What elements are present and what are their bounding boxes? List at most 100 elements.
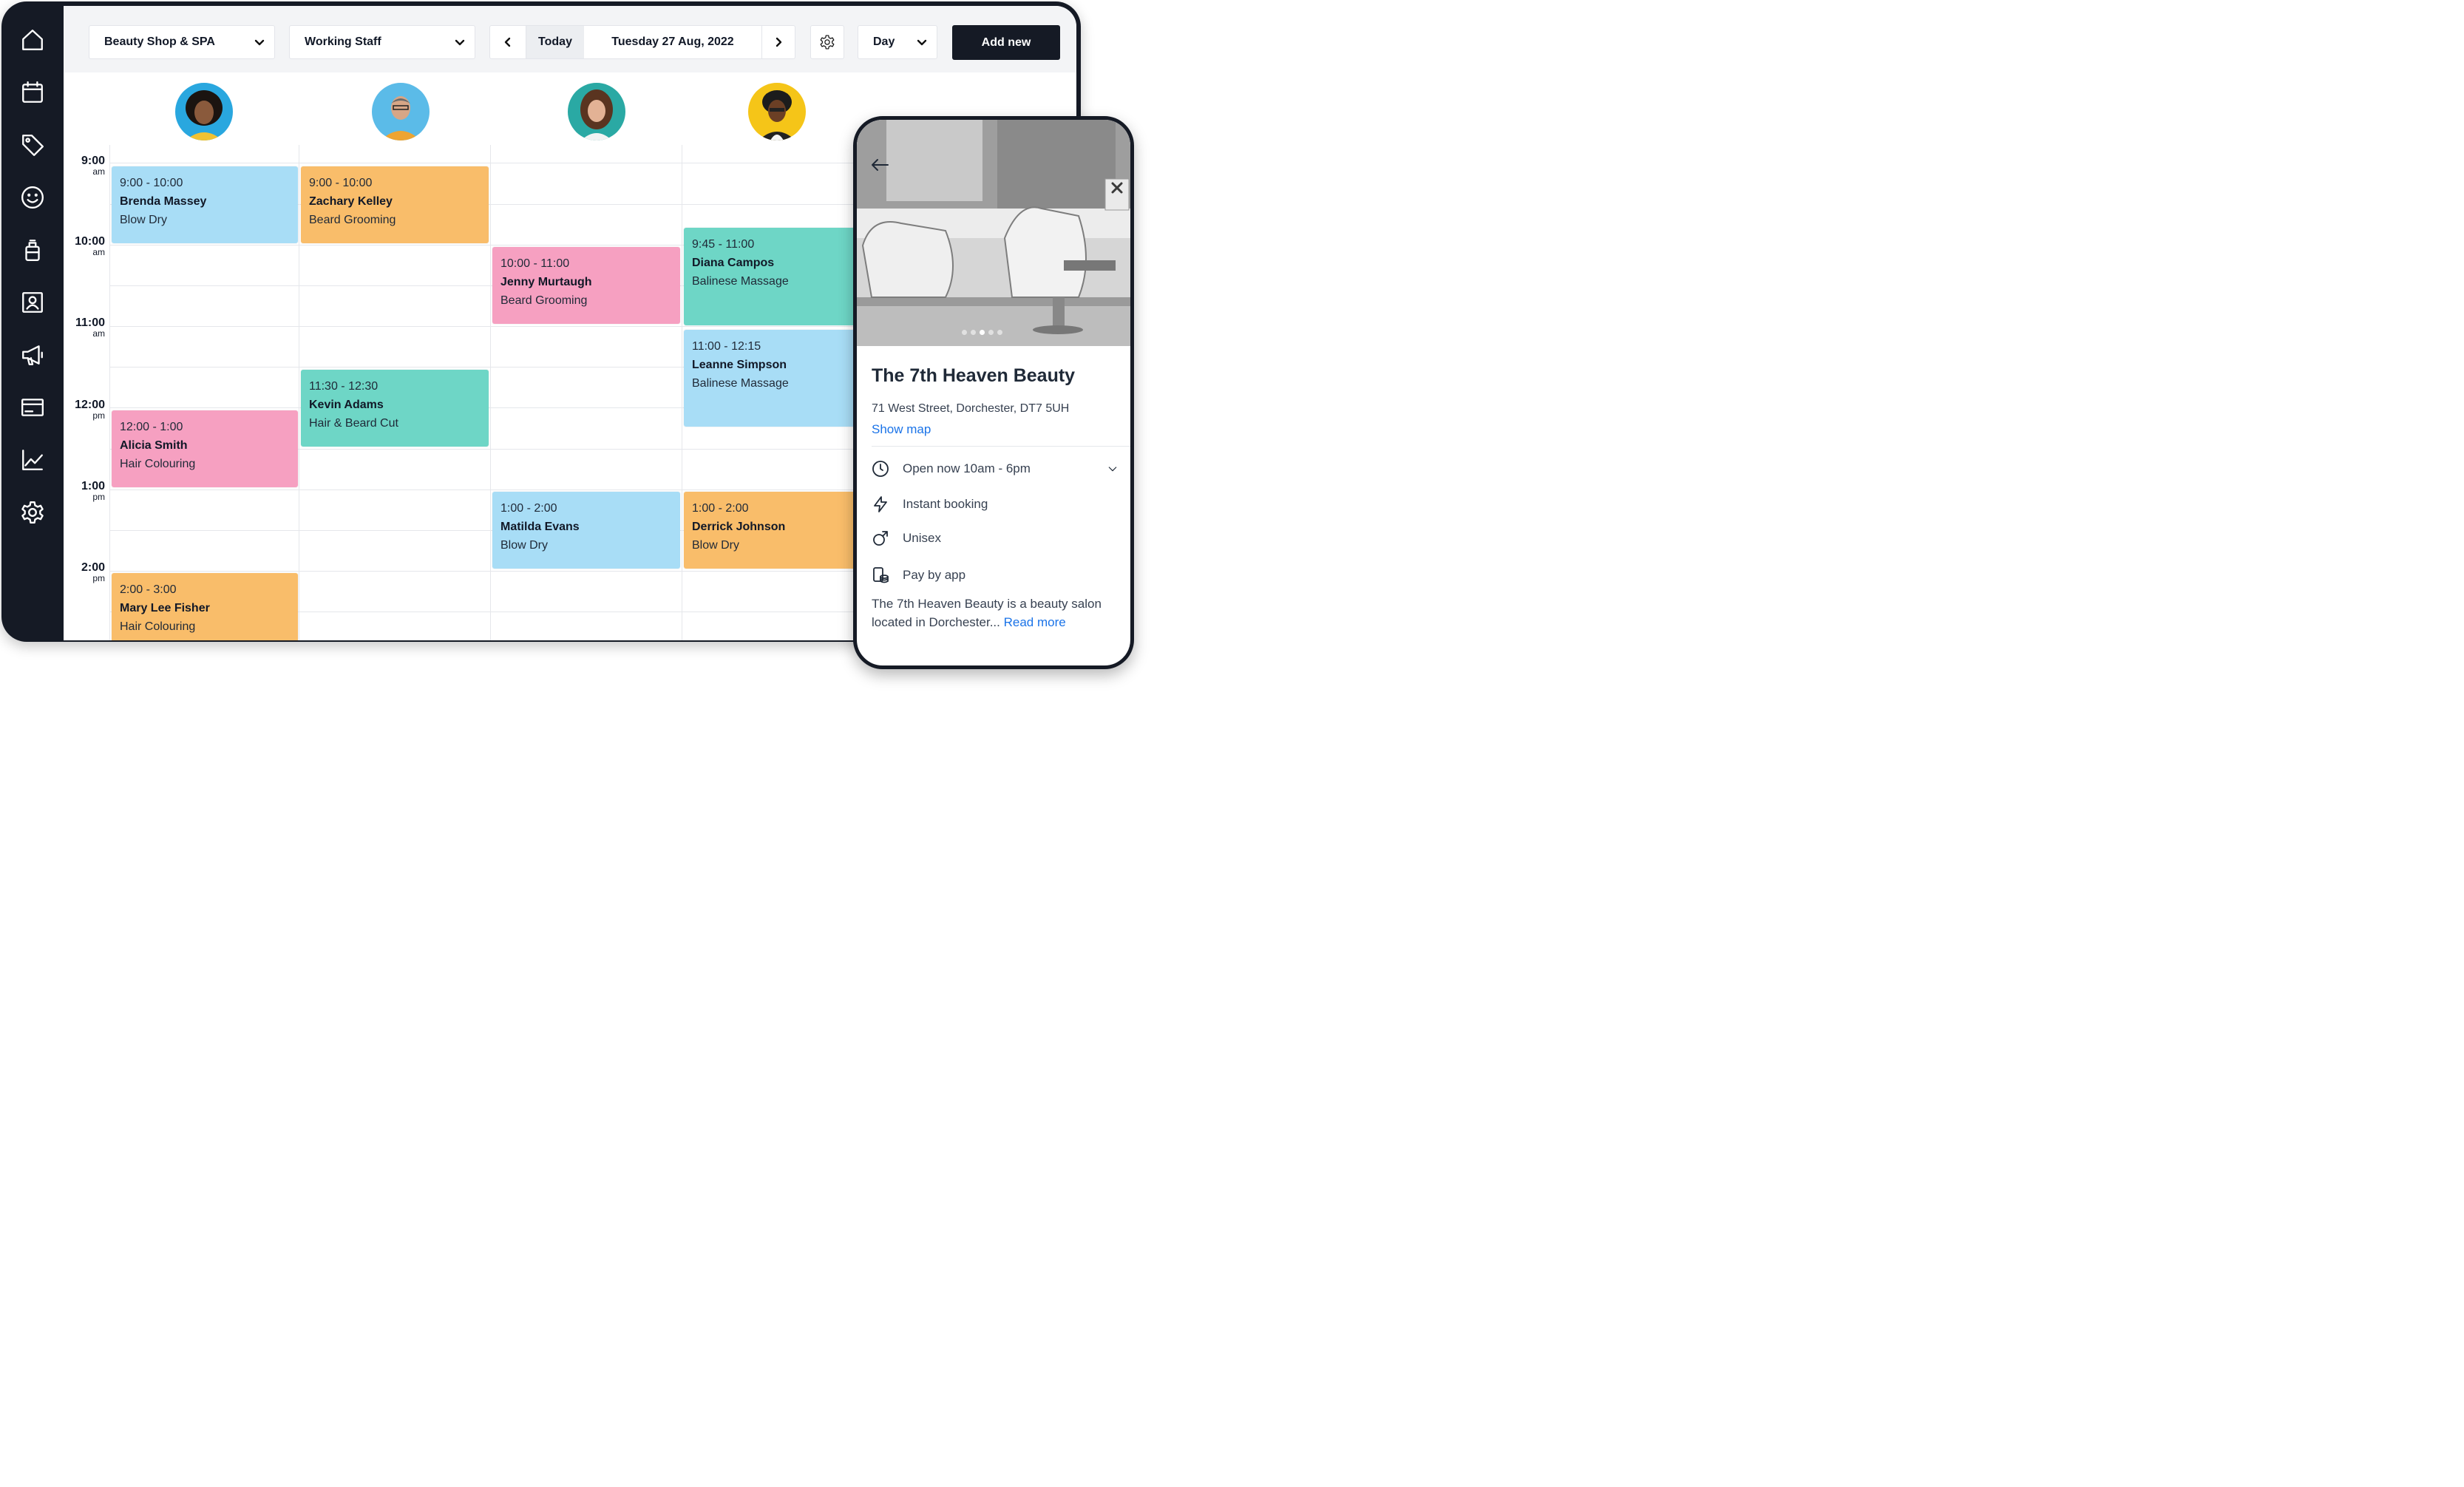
toolbar: Beauty Shop & SPA Working Staff Today Tu… xyxy=(64,6,1076,72)
appointment-card[interactable]: 1:00 - 2:00 Derrick Johnson Blow Dry xyxy=(684,492,861,569)
divider xyxy=(872,446,1130,447)
megaphone-icon[interactable] xyxy=(16,339,49,371)
tag-icon[interactable] xyxy=(16,129,49,161)
booking-text: Instant booking xyxy=(903,497,988,511)
appointment-time: 1:00 - 2:00 xyxy=(500,502,557,515)
appointment-service: Blow Dry xyxy=(120,214,168,226)
staff-avatar-4[interactable] xyxy=(748,83,806,140)
appointment-card[interactable]: 11:00 - 12:15 Leanne Simpson Balinese Ma… xyxy=(684,330,861,427)
time-label: 9:00 am xyxy=(81,155,105,177)
home-icon[interactable] xyxy=(16,24,49,56)
read-more-link[interactable]: Read more xyxy=(1004,615,1066,629)
staff-avatar-1[interactable] xyxy=(175,83,233,140)
appointment-card[interactable]: 11:30 - 12:30 Kevin Adams Hair & Beard C… xyxy=(301,370,489,447)
staff-filter-select[interactable]: Working Staff xyxy=(289,25,475,59)
appointment-card[interactable]: 1:00 - 2:00 Matilda Evans Blow Dry xyxy=(492,492,680,569)
appointment-card[interactable]: 9:00 - 10:00 Zachary Kelley Beard Groomi… xyxy=(301,166,489,243)
appointment-service: Hair Colouring xyxy=(120,620,196,633)
appointment-service: Blow Dry xyxy=(692,539,740,552)
settings-button[interactable] xyxy=(810,25,844,59)
appointment-card[interactable]: 2:00 - 3:00 Mary Lee Fisher Hair Colouri… xyxy=(112,573,298,640)
appointment-client: Mary Lee Fisher xyxy=(120,602,210,614)
appointment-service: Hair Colouring xyxy=(120,458,196,470)
hours-row[interactable]: Open now 10am - 6pm xyxy=(872,458,1119,480)
date-navigator: Today Tuesday 27 Aug, 2022 xyxy=(489,25,795,59)
appointment-time: 9:45 - 11:00 xyxy=(692,238,755,251)
salon-photo[interactable] xyxy=(857,120,1130,346)
appointment-client: Kevin Adams xyxy=(309,399,384,411)
appointment-time: 11:30 - 12:30 xyxy=(309,380,379,393)
appointment-time: 9:00 - 10:00 xyxy=(309,177,373,189)
chevron-down-icon xyxy=(245,36,274,48)
back-arrow-icon[interactable] xyxy=(869,154,891,176)
appointment-client: Matilda Evans xyxy=(500,521,580,533)
smiley-icon[interactable] xyxy=(16,181,49,214)
current-date: Tuesday 27 Aug, 2022 xyxy=(611,35,734,48)
appointment-service: Balinese Massage xyxy=(692,377,789,390)
staff-avatar-3[interactable] xyxy=(568,83,625,140)
payment-card-icon[interactable] xyxy=(16,391,49,424)
booking-row: Instant booking xyxy=(872,493,1119,515)
add-new-button[interactable]: Add new xyxy=(952,25,1060,60)
grid-line xyxy=(490,145,491,640)
grid-line xyxy=(109,145,110,640)
carousel-dots[interactable] xyxy=(962,330,1002,335)
time-label: 1:00 pm xyxy=(81,480,105,502)
staff-filter-label: Working Staff xyxy=(305,35,381,48)
staff-avatar-2[interactable] xyxy=(372,83,430,140)
time-label: 2:00 pm xyxy=(81,561,105,583)
chevron-down-icon xyxy=(907,36,937,48)
appointment-time: 12:00 - 1:00 xyxy=(120,421,183,433)
show-map-link[interactable]: Show map xyxy=(872,422,931,437)
carousel-dot[interactable] xyxy=(980,330,985,335)
close-icon[interactable] xyxy=(1107,177,1127,198)
contact-card-icon[interactable] xyxy=(16,286,49,319)
salon-name: The 7th Heaven Beauty xyxy=(872,365,1076,386)
chart-icon[interactable] xyxy=(16,444,49,476)
appointment-client: Alicia Smith xyxy=(120,439,188,452)
gender-text: Unisex xyxy=(903,531,941,545)
gear-icon[interactable] xyxy=(16,496,49,529)
prev-day-button[interactable] xyxy=(490,26,526,58)
phone-frame: The 7th Heaven Beauty 71 West Street, Do… xyxy=(853,116,1134,669)
bottle-icon[interactable] xyxy=(16,234,49,266)
appointment-card[interactable]: 10:00 - 11:00 Jenny Murtaugh Beard Groom… xyxy=(492,247,680,324)
hours-text: Open now 10am - 6pm xyxy=(903,461,1031,475)
location-label: Beauty Shop & SPA xyxy=(104,35,215,48)
sidebar xyxy=(1,1,64,642)
appointment-client: Zachary Kelley xyxy=(309,195,393,208)
chevron-down-icon xyxy=(445,36,475,48)
phone-payment-icon xyxy=(873,567,889,583)
salon-description: The 7th Heaven Beauty is a beauty salon … xyxy=(872,595,1123,631)
salon-address: 71 West Street, Dorchester, DT7 5UH xyxy=(872,402,1070,415)
appointment-card[interactable]: 9:00 - 10:00 Brenda Massey Blow Dry xyxy=(112,166,298,243)
gear-icon xyxy=(820,35,835,50)
payment-text: Pay by app xyxy=(903,568,966,582)
carousel-dot[interactable] xyxy=(988,330,994,335)
appointment-service: Beard Grooming xyxy=(309,214,396,226)
location-select[interactable]: Beauty Shop & SPA xyxy=(89,25,275,59)
carousel-dot[interactable] xyxy=(997,330,1002,335)
appointment-client: Leanne Simpson xyxy=(692,359,787,371)
time-label: 11:00 am xyxy=(75,316,105,339)
carousel-dot[interactable] xyxy=(971,330,976,335)
appointment-time: 1:00 - 2:00 xyxy=(692,502,749,515)
view-label: Day xyxy=(873,35,895,48)
male-symbol-icon xyxy=(873,531,888,546)
next-day-button[interactable] xyxy=(761,26,795,58)
appointment-client: Derrick Johnson xyxy=(692,521,786,533)
view-select[interactable]: Day xyxy=(858,25,937,59)
carousel-dot[interactable] xyxy=(962,330,967,335)
appointment-time: 2:00 - 3:00 xyxy=(120,583,177,596)
description-text: The 7th Heaven Beauty is a beauty salon … xyxy=(872,597,1102,629)
appointment-service: Blow Dry xyxy=(500,539,549,552)
gender-row: Unisex xyxy=(872,527,1119,549)
appointment-time: 11:00 - 12:15 xyxy=(692,340,761,353)
appointment-card[interactable]: 9:45 - 11:00 Diana Campos Balinese Massa… xyxy=(684,228,861,325)
payment-row: Pay by app xyxy=(872,564,1119,586)
chevron-down-icon xyxy=(1108,467,1117,472)
calendar-icon[interactable] xyxy=(16,76,49,109)
clock-icon xyxy=(872,461,889,477)
appointment-card[interactable]: 12:00 - 1:00 Alicia Smith Hair Colouring xyxy=(112,410,298,487)
today-button[interactable]: Today xyxy=(526,26,584,58)
